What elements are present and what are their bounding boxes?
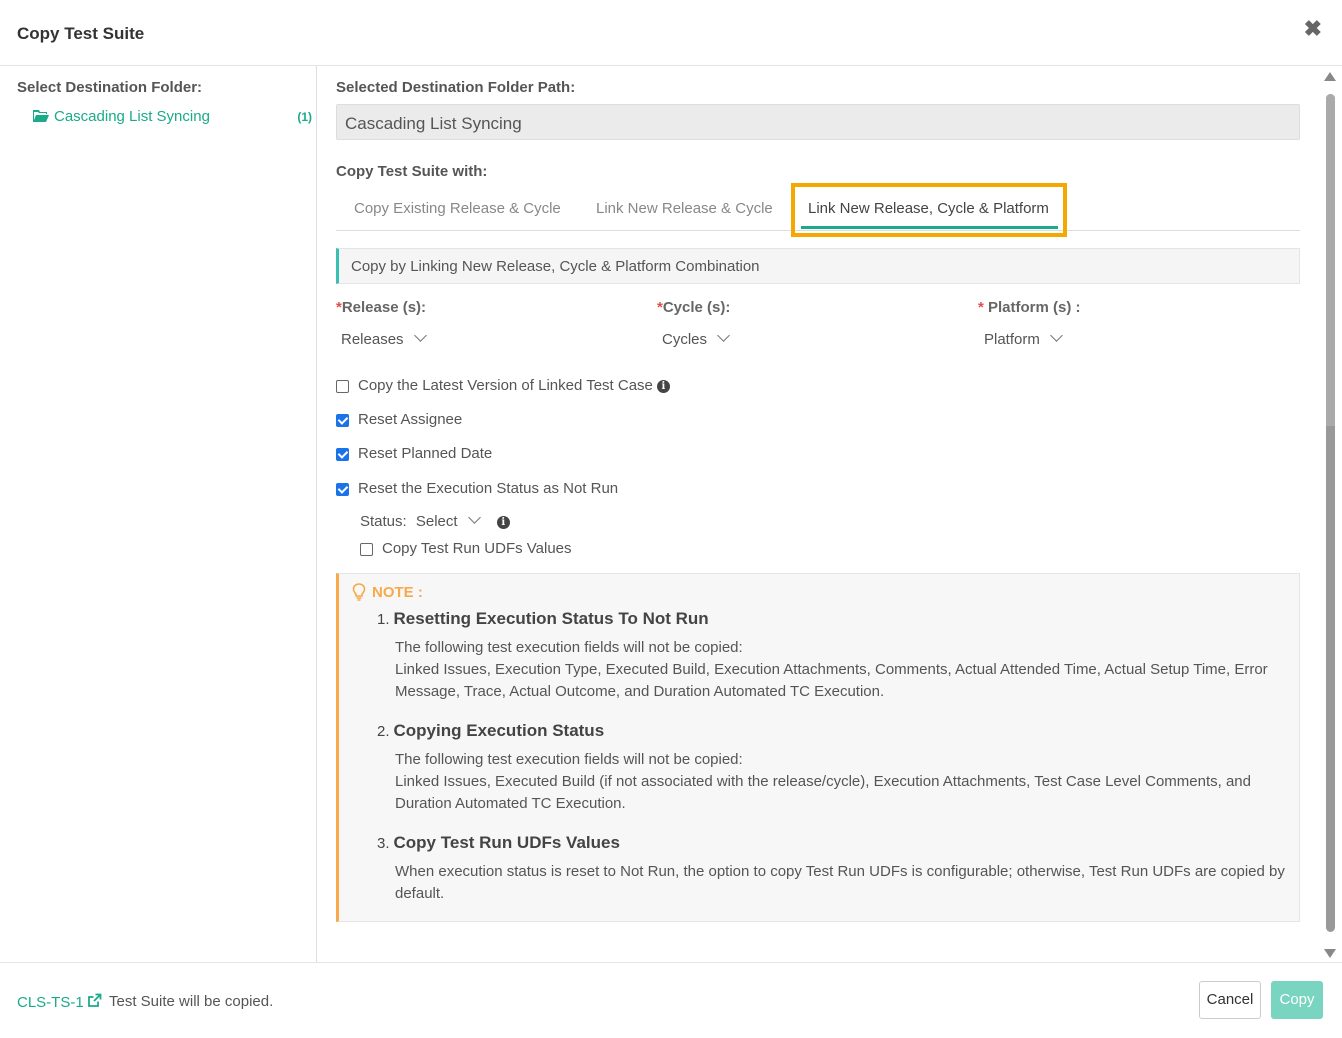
cancel-button[interactable]: Cancel [1199,981,1261,1019]
info-icon[interactable]: i [656,380,670,393]
tab-link-new-release-cycle[interactable]: Link New Release & Cycle [596,200,773,217]
lightbulb-icon [352,583,366,601]
chevron-down-icon [717,329,730,342]
platform-dropdown[interactable]: Platform [984,329,1063,348]
cycle-label: *Cycle (s): [657,299,731,316]
note-title: NOTE : [352,583,423,601]
copy-options-panel: Selected Destination Folder Path: Cascad… [317,66,1342,962]
scroll-down-arrow-icon[interactable] [1324,949,1336,958]
status-row: Status: Select i [360,511,510,530]
note-body: The following test execution fields will… [395,639,1268,700]
status-select[interactable]: Select [416,511,481,530]
chevron-down-icon [467,511,481,524]
modal-footer: CLS-TS-1 Test Suite will be copied. Canc… [0,962,1342,1038]
reset-execution-status-option: Reset the Execution Status as Not Run [336,480,618,500]
reset-execution-status-checkbox[interactable] [336,483,349,496]
test-suite-link[interactable]: CLS-TS-1 [17,993,102,1011]
note-item: 3. Copy Test Run UDFs Values When executi… [377,833,1287,905]
release-label: *Release (s): [336,299,427,316]
modal-header: Copy Test Suite ✖ [0,0,1342,66]
copy-latest-version-label: Copy the Latest Version of Linked Test C… [358,377,653,394]
scroll-up-arrow-icon[interactable] [1324,72,1336,81]
copy-with-label: Copy Test Suite with: [336,163,488,180]
reset-planned-date-label: Reset Planned Date [358,445,493,462]
path-label: Selected Destination Folder Path: [336,79,576,96]
info-icon[interactable]: i [496,516,510,529]
copy-udfs-label: Copy Test Run UDFs Values [382,540,572,557]
reset-planned-date-option: Reset Planned Date [336,445,492,465]
chevron-down-icon [413,329,427,342]
platform-label: * Platform (s) : [978,299,1081,316]
note-item: 1. Resetting Execution Status To Not Run … [377,609,1287,703]
reset-execution-status-label: Reset the Execution Status as Not Run [358,480,619,497]
footer-message: Test Suite will be copied. [109,993,274,1010]
copy-latest-version-checkbox[interactable] [336,380,349,393]
reset-assignee-option: Reset Assignee [336,411,462,431]
tab-link-new-release-cycle-platform[interactable]: Link New Release, Cycle & Platform [808,200,1049,217]
note-body: When execution status is reset to Not Ru… [395,863,1285,902]
close-icon[interactable]: ✖ [1304,18,1322,40]
note-body: The following test execution fields will… [395,751,1251,812]
external-link-icon [87,993,102,1007]
copy-udfs-option: Copy Test Run UDFs Values [360,540,572,560]
folder-item-cascading-list-syncing[interactable]: Cascading List Syncing (1) [32,108,312,130]
folder-open-icon [33,110,49,122]
note-heading: Copy Test Run UDFs Values [393,833,620,852]
release-dropdown[interactable]: Releases [341,329,427,348]
folder-count-badge: (1) [297,110,312,124]
note-heading: Copying Execution Status [393,721,605,740]
status-label: Status: [360,513,407,530]
mode-info-bar: Copy by Linking New Release, Cycle & Pla… [336,248,1300,284]
note-item: 2. Copying Execution Status The following… [377,721,1287,815]
active-tab-indicator [801,226,1058,229]
modal-title: Copy Test Suite [17,24,145,43]
cycle-dropdown[interactable]: Cycles [662,329,730,348]
copy-latest-version-option: Copy the Latest Version of Linked Test C… [336,377,670,397]
note-heading: Resetting Execution Status To Not Run [393,609,709,628]
vertical-scrollbar[interactable] [1324,72,1336,958]
reset-planned-date-checkbox[interactable] [336,448,349,461]
folder-label: Cascading List Syncing [54,108,210,125]
reset-assignee-checkbox[interactable] [336,414,349,427]
reset-assignee-label: Reset Assignee [358,411,463,428]
copy-button[interactable]: Copy [1271,981,1323,1019]
tab-copy-existing-release-cycle[interactable]: Copy Existing Release & Cycle [354,200,561,217]
scroll-thumb[interactable] [1326,94,1335,932]
folder-tree-panel: Select Destination Folder: Cascading Lis… [0,66,317,962]
destination-path-field: Cascading List Syncing [336,104,1300,140]
copy-udfs-checkbox[interactable] [360,543,373,556]
chevron-down-icon [1049,329,1063,342]
copy-mode-tabs: Copy Existing Release & Cycle Link New R… [336,183,1300,237]
note-panel: NOTE : 1. Resetting Execution Status To N… [336,573,1300,922]
folder-tree-title: Select Destination Folder: [17,79,203,96]
